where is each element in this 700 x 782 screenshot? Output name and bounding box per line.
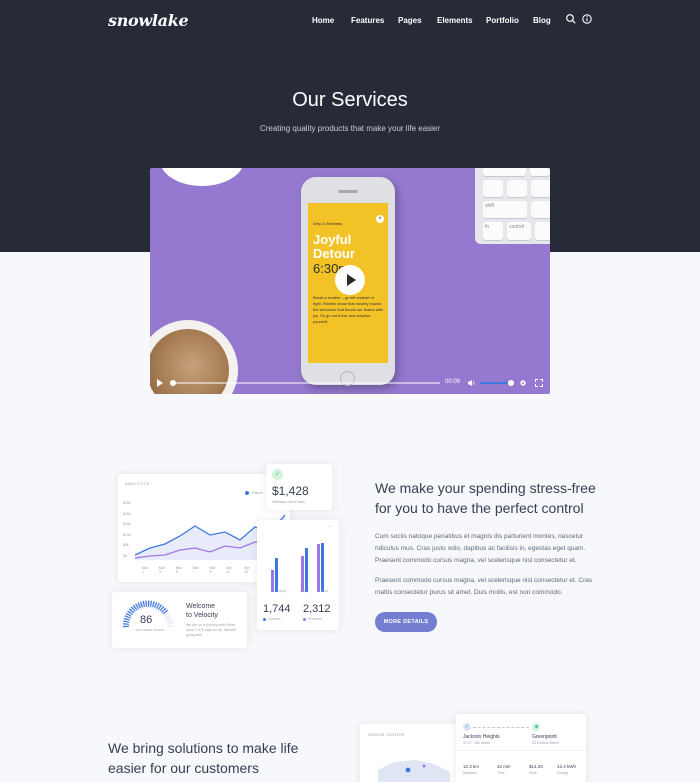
gauge-title-2: to Velocity [186,612,218,619]
map-graphic [378,760,450,782]
play-control-icon[interactable] [157,379,163,387]
more-details-button[interactable]: MORE DETAILS [375,612,437,632]
trip-to-address: 53 Eckford Street [532,741,560,745]
screen-title-2: Detour [313,246,355,261]
trip-stat-value: 12.4 kWh [557,764,577,769]
comfort-label: Comfort [268,617,281,621]
y-tick: $0 [123,553,127,558]
legend-swatch [245,490,249,495]
trip-stat-value: 12.3 km [463,764,480,769]
seek-handle[interactable] [170,380,176,386]
x-tick: Apr 13 [244,566,250,574]
trip-card: ✓ Jackson Heights 37-27 74th Street Gree… [456,714,586,782]
gauge-card: 86 UPCOMING TOURS Welcome to Velocity We… [112,592,247,648]
volume-level [480,382,508,384]
trip-from: Jackson Heights [463,734,500,740]
nav-pages[interactable]: Pages [398,16,422,25]
video-controls: 00:09 [150,374,550,394]
nav-blog[interactable]: Blog [533,16,551,25]
x-tick: Apr 11 [226,566,232,574]
origin-check-icon: ✓ [463,723,471,731]
logo[interactable]: snowlake [108,11,189,30]
screen-tag: Why & Wellness [313,221,343,226]
bar-x-label: May [300,589,307,593]
settings-gear-icon[interactable] [519,379,527,387]
section1-paragraph-1: Cum sociis natoque penatibus et magnis d… [375,533,586,564]
destination-pin-icon [532,723,540,731]
y-tick: $25k [123,501,131,505]
x-tick: Mar 7 [192,566,199,574]
page-title: Our Services [292,89,408,111]
bar [275,558,278,592]
chart-legend: Direct [252,490,263,495]
bar-x-label: April [279,589,287,593]
keyboard-image: shift fn control [475,168,550,244]
bar [301,556,304,592]
balance-caption: Withdraw out of bank [272,500,305,504]
trip-stat-label: Energy [557,771,569,775]
gauge-label: UPCOMING TOURS [136,628,164,632]
key-shift: shift [483,201,527,218]
route-line [473,727,529,728]
comfort-value: 1,744 [263,603,291,615]
y-tick: $5k [123,543,129,547]
cup-image [160,168,244,186]
trip-stat-value: $14.20 [529,764,543,769]
key-fn: fn [483,222,503,240]
gauge-value: 86 [140,614,153,626]
check-icon: ✓ [272,469,283,480]
current-time: 00:09 [445,379,461,385]
volume-icon[interactable] [468,379,476,387]
video-player[interactable]: shift fn control Why & Wellness × Joyful… [150,168,550,394]
nav-home[interactable]: Home [312,16,334,25]
section1-heading: We make your spending stress-free for yo… [375,480,596,516]
close-icon: × [376,215,384,223]
chart-card-title: ANALYTICS [125,481,150,486]
more-icon[interactable]: ··· [327,524,333,530]
section1-paragraph-2: Praesent commodo cursus magna, vel scele… [375,577,593,596]
seek-bar[interactable] [172,382,440,384]
bar [271,570,274,592]
bar-x-label: June [320,589,329,593]
fullscreen-icon[interactable] [535,379,543,387]
search-icon[interactable] [565,13,577,25]
gauge-desc: We are on a journey with Prime since 1,4… [186,623,236,637]
map-label: SENSOR CENTERS [368,733,405,737]
bar [317,544,320,592]
screen-body: Break a routine – go left instead of rig… [313,295,383,324]
y-tick: $10k [123,532,131,537]
nav-portfolio[interactable]: Portfolio [486,16,519,25]
x-tick: Mar 9 [209,566,216,574]
x-tick: Mar 5 [175,566,182,574]
volume-handle[interactable] [508,380,514,386]
section2-heading: We bring solutions to make life easier f… [108,740,299,776]
balance-stat-card: ✓ $1,428 Withdraw out of bank [266,464,332,510]
page-subtitle: Creating quality products that make your… [259,124,441,133]
trip-from-address: 37-27 74th Street [463,741,491,745]
map-card: SENSOR CENTERS [360,724,464,782]
key-control: control [507,222,531,240]
gauge-title-1: Welcome [186,603,216,610]
balance-value: $1,428 [272,484,309,498]
info-icon[interactable] [581,13,593,25]
screen-title-1: Joyful [313,232,352,247]
y-tick: $15k [123,522,131,526]
premium-label: Premium [308,617,323,621]
bar [321,543,324,592]
trip-stat-label: Distance [463,771,477,775]
y-tick: $20k [123,511,131,516]
x-tick: Mar 3 [158,566,165,574]
trip-stat-value: 42 min [497,764,511,769]
trip-to: Greenpoint [532,734,557,740]
play-icon[interactable] [335,265,365,295]
trip-stat-label: Price [529,771,537,775]
bar [305,548,308,592]
bars-stat-card: ··· April May June 1,744 2,312 Comfort P… [257,520,339,630]
nav-elements[interactable]: Elements [437,16,473,25]
trip-stat-label: Time [497,771,505,775]
x-tick: Mar 1 [142,566,149,574]
nav-features[interactable]: Features [351,16,384,25]
premium-value: 2,312 [303,603,331,615]
